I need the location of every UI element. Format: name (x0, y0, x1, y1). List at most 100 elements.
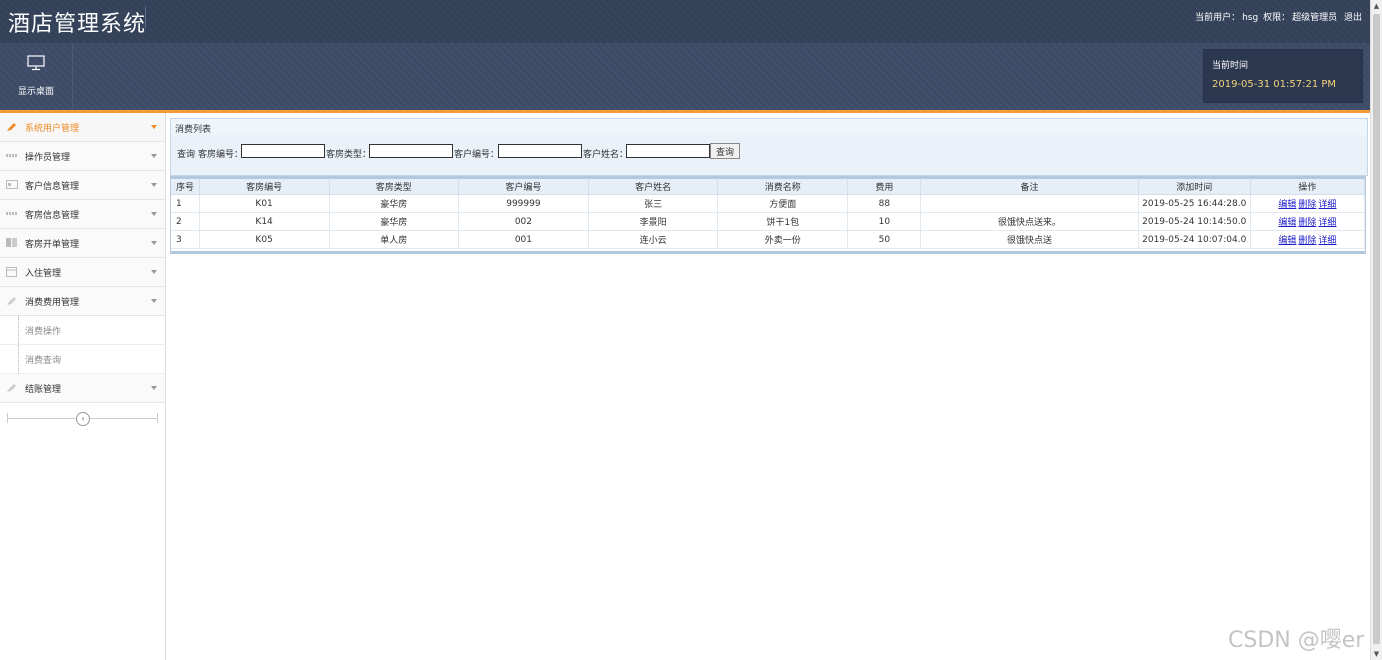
search-bar: 查询 客房编号： 客房类型： 客户编号： 客户姓名： 查询 (170, 135, 1368, 176)
cell-actions: 编辑 删除 详细 (1250, 212, 1366, 231)
cell-item-name: 方便面 (717, 194, 849, 213)
column-header: 客房编号 (199, 179, 330, 195)
cell-room-type: 单人房 (329, 230, 459, 249)
chevron-down-icon (151, 212, 157, 216)
cell-customer-name: 张三 (588, 194, 719, 213)
search-button[interactable]: 查询 (710, 143, 740, 159)
chevron-down-icon (151, 183, 157, 187)
cell-room-no: K14 (199, 212, 330, 231)
logout-link[interactable]: 退出 (1344, 13, 1362, 23)
sidebar: 系统用户管理 操作员管理 客户信息管理 客房信息管理 客房开单管理 入住管理 消… (0, 113, 166, 660)
sidebar-item-operators[interactable]: 操作员管理 (0, 142, 165, 171)
edit-link[interactable]: 编辑 (1278, 218, 1296, 228)
column-header: 消费名称 (717, 179, 849, 195)
table-row: 1 K01 豪华房 999999 张三 方便面 88 2019-05-25 16… (171, 194, 1366, 213)
show-desktop-button[interactable]: 显示桌面 (0, 43, 73, 110)
cell-item-name: 饼干1包 (717, 212, 849, 231)
sidebar-item-checkout[interactable]: 结账管理 (0, 374, 165, 403)
main-content: 消费列表 查询 客房编号： 客房类型： 客户编号： 客户姓名： 查询 序号 客房… (166, 113, 1370, 660)
cell-remark: 很饿快点送来。 (920, 212, 1139, 231)
sidebar-item-customers[interactable]: 客户信息管理 (0, 171, 165, 200)
detail-link[interactable]: 详细 (1318, 236, 1336, 246)
cell-cost: 10 (847, 212, 922, 231)
current-time-box: 当前时间 2019-05-31 01:57:21 PM (1203, 49, 1363, 103)
cell-actions: 编辑 删除 详细 (1250, 194, 1366, 213)
delete-link[interactable]: 删除 (1298, 200, 1316, 210)
sidebar-item-consumption[interactable]: 消费费用管理 (0, 287, 165, 316)
table-row: 3 K05 单人房 001 连小云 外卖一份 50 很饿快点送 2019-05-… (171, 230, 1366, 249)
chevron-down-icon (151, 270, 157, 274)
sidebar-item-label: 结账管理 (25, 385, 62, 395)
sidebar-subitem-label: 消费操作 (25, 327, 62, 337)
column-header: 客户编号 (458, 179, 590, 195)
panel-title: 消费列表 (175, 125, 212, 135)
cell-customer-no: 002 (458, 212, 590, 231)
sidebar-subitem-label: 消费查询 (25, 356, 62, 366)
edit-link[interactable]: 编辑 (1278, 236, 1296, 246)
list-icon (6, 151, 18, 160)
user-name: hsg (1242, 13, 1259, 23)
permission-label: 权限： (1263, 13, 1291, 23)
consumption-table: 序号 客房编号 客房类型 客户编号 客户姓名 消费名称 费用 备注 添加时间 操… (170, 176, 1366, 254)
sidebar-item-system-users[interactable]: 系统用户管理 (0, 113, 165, 142)
monitor-icon (27, 55, 45, 74)
customer-name-label: 客户姓名： (583, 150, 629, 160)
scroll-up-icon[interactable]: ▲ (1371, 0, 1382, 12)
cell-remark (920, 194, 1139, 213)
sidebar-item-rooms[interactable]: 客房信息管理 (0, 200, 165, 229)
table-header-row: 序号 客房编号 客房类型 客户编号 客户姓名 消费名称 费用 备注 添加时间 操… (171, 179, 1366, 195)
room-no-label: 客房编号： (198, 150, 244, 160)
cell-index: 3 (171, 230, 200, 249)
customer-no-input[interactable] (498, 144, 582, 158)
column-header: 客户姓名 (588, 179, 719, 195)
sidebar-item-label: 客房信息管理 (25, 211, 80, 221)
query-label: 查询 (177, 150, 196, 160)
page-scrollbar[interactable]: ▲ ▼ (1370, 0, 1382, 660)
collapse-sidebar-button[interactable]: ‹ (76, 412, 90, 426)
scroll-thumb[interactable] (1373, 14, 1380, 644)
sidebar-item-label: 系统用户管理 (25, 124, 80, 134)
cell-cost: 50 (847, 230, 922, 249)
permission-value: 超级管理员 (1292, 13, 1338, 23)
tree-line (18, 345, 20, 373)
delete-link[interactable]: 删除 (1298, 218, 1316, 228)
cell-customer-no: 001 (458, 230, 590, 249)
sidebar-item-checkin[interactable]: 入住管理 (0, 258, 165, 287)
toolbar: 显示桌面 当前时间 2019-05-31 01:57:21 PM (0, 43, 1370, 110)
chevron-down-icon (151, 154, 157, 158)
cell-customer-name: 连小云 (588, 230, 719, 249)
cell-room-no: K05 (199, 230, 330, 249)
sidebar-item-label: 操作员管理 (25, 153, 71, 163)
collapse-line-right (157, 413, 158, 423)
cell-added-time: 2019-05-24 10:14:50.0 (1138, 212, 1251, 231)
top-header: 酒店管理系统 当前用户： hsg 权限： 超级管理员 退出 (0, 0, 1370, 43)
sidebar-subitem-consume-query[interactable]: 消费查询 (0, 345, 165, 374)
user-info: 当前用户： hsg 权限： 超级管理员 退出 (1193, 10, 1362, 23)
chevron-down-icon (151, 241, 157, 245)
cell-actions: 编辑 删除 详细 (1250, 230, 1366, 249)
chevron-down-icon (151, 386, 157, 390)
customer-name-input[interactable] (626, 144, 710, 158)
time-value: 2019-05-31 01:57:21 PM (1212, 79, 1337, 90)
detail-link[interactable]: 详细 (1318, 200, 1336, 210)
card-icon (6, 180, 18, 189)
column-header: 添加时间 (1138, 179, 1251, 195)
cell-index: 1 (171, 194, 200, 213)
time-label: 当前时间 (1212, 61, 1249, 71)
detail-link[interactable]: 详细 (1318, 218, 1336, 228)
cell-room-type: 豪华房 (329, 212, 459, 231)
show-desktop-label: 显示桌面 (17, 87, 54, 97)
room-type-input[interactable] (369, 144, 453, 158)
sidebar-subitem-consume-operation[interactable]: 消费操作 (0, 316, 165, 345)
sidebar-collapse-row: ‹ (0, 403, 165, 433)
table-row: 2 K14 豪华房 002 李景阳 饼干1包 10 很饿快点送来。 2019-0… (171, 212, 1366, 231)
room-type-label: 客房类型： (326, 150, 372, 160)
sidebar-item-room-orders[interactable]: 客房开单管理 (0, 229, 165, 258)
scroll-down-icon[interactable]: ▼ (1371, 648, 1382, 660)
room-no-input[interactable] (241, 144, 325, 158)
edit-link[interactable]: 编辑 (1278, 200, 1296, 210)
delete-link[interactable]: 删除 (1298, 236, 1316, 246)
panel-header: 消费列表 (170, 118, 1368, 136)
cell-item-name: 外卖一份 (717, 230, 849, 249)
cell-cost: 88 (847, 194, 922, 213)
